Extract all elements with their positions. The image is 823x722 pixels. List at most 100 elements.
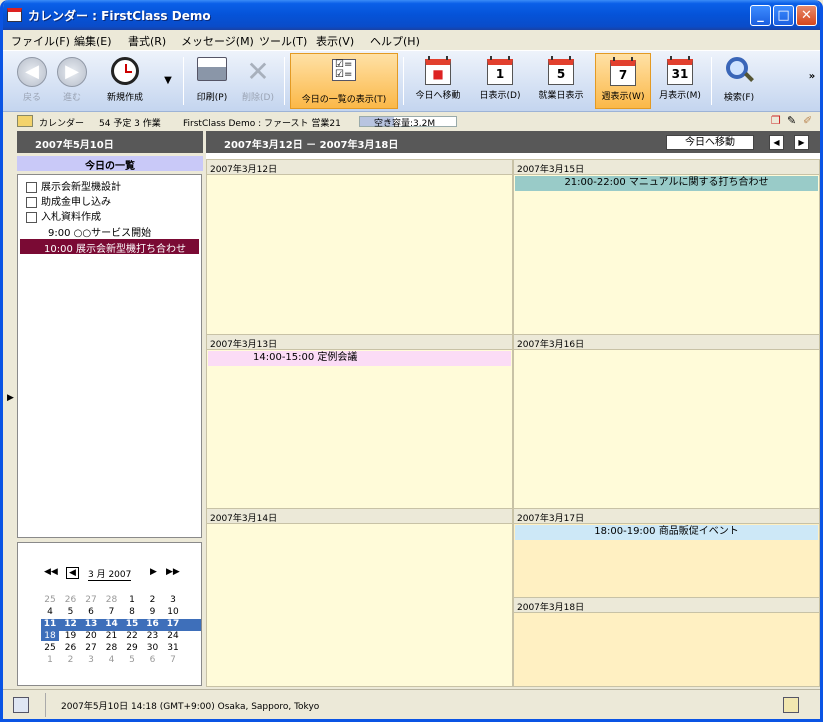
menu-help[interactable]: ヘルプ(H) bbox=[370, 33, 420, 49]
current-date-header: 2007年5月10日 bbox=[17, 131, 203, 153]
mini-calendar-day[interactable]: 12 bbox=[62, 619, 80, 629]
day-cell-12[interactable]: 2007年3月12日 bbox=[206, 159, 513, 336]
mini-calendar-day[interactable]: 7 bbox=[103, 607, 121, 617]
mini-calendar-day[interactable]: 21 bbox=[103, 631, 121, 641]
menu-format[interactable]: 書式(R) bbox=[128, 33, 166, 49]
day-cell-17[interactable]: 2007年3月17日 18:00-19:00 商品販促イベント bbox=[513, 508, 820, 598]
mini-calendar-day[interactable]: 27 bbox=[82, 595, 100, 605]
toolbar-overflow-button[interactable]: » bbox=[807, 53, 817, 109]
task-item[interactable]: 入札資料作成 bbox=[26, 208, 101, 223]
menu-edit[interactable]: 編集(E) bbox=[74, 33, 112, 49]
mini-calendar-day[interactable]: 25 bbox=[41, 595, 59, 605]
day-cell-13[interactable]: 2007年3月13日 14:00-15:00 定例会議 bbox=[206, 334, 513, 509]
mini-calendar-day[interactable]: 28 bbox=[103, 595, 121, 605]
task-item[interactable]: 展示会新型機設計 bbox=[26, 178, 121, 193]
task-item[interactable]: 助成金申し込み bbox=[26, 193, 111, 208]
mini-calendar-day[interactable]: 3 bbox=[164, 595, 182, 605]
mini-calendar-day[interactable]: 8 bbox=[123, 607, 141, 617]
mini-calendar-day[interactable]: 2 bbox=[144, 595, 162, 605]
mini-calendar-day[interactable]: 4 bbox=[103, 655, 121, 665]
mini-calendar-day[interactable]: 25 bbox=[41, 643, 59, 653]
pencil-icon[interactable]: ✎ bbox=[787, 114, 796, 127]
copy-icon[interactable]: ❐ bbox=[771, 114, 781, 127]
mini-calendar-day[interactable]: 2 bbox=[62, 655, 80, 665]
brush-icon[interactable]: ✐ bbox=[803, 114, 812, 127]
mini-calendar-day[interactable]: 26 bbox=[62, 595, 80, 605]
mini-calendar-day[interactable]: 13 bbox=[82, 619, 100, 629]
mini-calendar-day[interactable]: 3 bbox=[82, 655, 100, 665]
calendar-event[interactable]: 18:00-19:00 商品販促イベント bbox=[515, 525, 818, 540]
task-checkbox[interactable] bbox=[26, 196, 37, 208]
day-cell-18[interactable]: 2007年3月18日 bbox=[513, 597, 820, 687]
day-cell-15[interactable]: 2007年3月15日 21:00-22:00 マニュアルに関する打ち合わせ bbox=[513, 159, 820, 336]
mini-calendar-day[interactable]: 4 bbox=[41, 607, 59, 617]
mini-calendar-day[interactable]: 19 bbox=[62, 631, 80, 641]
mini-calendar-day[interactable]: 22 bbox=[123, 631, 141, 641]
mini-calendar-day[interactable]: 15 bbox=[123, 619, 141, 629]
forward-button[interactable]: ▶ 進む bbox=[53, 53, 91, 109]
mini-calendar-day[interactable]: 1 bbox=[123, 595, 141, 605]
next-week-button[interactable]: ▶ bbox=[794, 135, 809, 150]
close-button[interactable]: ✕ bbox=[796, 5, 817, 26]
prev-year-icon[interactable]: ◀◀ bbox=[44, 567, 58, 577]
day-view-button[interactable]: 1 日表示(D) bbox=[473, 53, 527, 109]
mini-calendar-day[interactable]: 26 bbox=[62, 643, 80, 653]
workweek-view-button[interactable]: 5 就業日表示 bbox=[531, 53, 591, 109]
title-bar[interactable]: カレンダー : FirstClass Demo _ □ ✕ bbox=[3, 0, 820, 30]
mini-calendar-day[interactable]: 20 bbox=[82, 631, 100, 641]
mini-calendar-day[interactable]: 11 bbox=[41, 619, 59, 629]
task-checkbox[interactable] bbox=[26, 211, 37, 223]
week-view-button[interactable]: 7 週表示(W) bbox=[595, 53, 651, 109]
print-button[interactable]: 印刷(P) bbox=[191, 53, 233, 109]
menu-message[interactable]: メッセージ(M) bbox=[181, 33, 254, 49]
mini-calendar-day[interactable]: 7 bbox=[164, 655, 182, 665]
month-view-button[interactable]: 31 月表示(M) bbox=[654, 53, 706, 109]
today-event-item[interactable]: 9:00 ○○サービス開始 bbox=[48, 224, 151, 239]
mini-calendar-day[interactable]: 10 bbox=[164, 607, 182, 617]
panel-toggle-icon[interactable] bbox=[13, 697, 29, 713]
delete-button[interactable]: ✕ 削除(D) bbox=[237, 53, 279, 109]
new-dropdown-button[interactable]: ▼ bbox=[160, 53, 176, 109]
back-button[interactable]: ◀ 戻る bbox=[13, 53, 51, 109]
new-button[interactable]: 新規作成 bbox=[97, 53, 153, 109]
maximize-button[interactable]: □ bbox=[773, 5, 794, 26]
mini-calendar-day[interactable]: 5 bbox=[123, 655, 141, 665]
mini-calendar-day[interactable]: 23 bbox=[144, 631, 162, 641]
menu-tools[interactable]: ツール(T) bbox=[259, 33, 307, 49]
mini-calendar-day[interactable]: 31 bbox=[164, 643, 182, 653]
mini-calendar-day[interactable]: 6 bbox=[144, 655, 162, 665]
menu-view[interactable]: 表示(V) bbox=[316, 33, 354, 49]
calendar-event[interactable]: 14:00-15:00 定例会議 bbox=[208, 351, 511, 366]
mini-calendar-day[interactable]: 27 bbox=[82, 643, 100, 653]
mini-calendar-day[interactable]: 17 bbox=[164, 619, 182, 629]
mini-calendar-day[interactable]: 18 bbox=[41, 631, 59, 641]
menu-file[interactable]: ファイル(F) bbox=[11, 33, 70, 49]
mini-calendar-day[interactable]: 28 bbox=[103, 643, 121, 653]
day-cell-16[interactable]: 2007年3月16日 bbox=[513, 334, 820, 509]
mini-calendar-day[interactable]: 5 bbox=[62, 607, 80, 617]
list-view-icon[interactable] bbox=[783, 697, 799, 713]
minimize-button[interactable]: _ bbox=[750, 5, 771, 26]
mini-calendar-day[interactable]: 16 bbox=[144, 619, 162, 629]
mini-calendar-day[interactable]: 6 bbox=[82, 607, 100, 617]
today-list-button[interactable]: ☑= ☑= 今日の一覧の表示(T) bbox=[290, 53, 398, 109]
today-event-selected[interactable]: 10:00 展示会新型機打ち合わせ bbox=[20, 239, 199, 255]
mini-calendar-day[interactable]: 30 bbox=[144, 643, 162, 653]
day-cell-14[interactable]: 2007年3月14日 bbox=[206, 508, 513, 687]
mini-month-label[interactable]: 3 月 2007 bbox=[88, 567, 132, 581]
mini-calendar-day[interactable]: 14 bbox=[103, 619, 121, 629]
goto-today-tool-button[interactable]: ■ 今日へ移動 bbox=[409, 53, 467, 109]
search-button[interactable]: 検索(F) bbox=[717, 53, 761, 109]
calendar-event[interactable]: 21:00-22:00 マニュアルに関する打ち合わせ bbox=[515, 176, 818, 191]
prev-month-icon[interactable]: ◀ bbox=[66, 567, 79, 579]
goto-today-button[interactable]: 今日へ移動 bbox=[666, 135, 754, 150]
prev-week-button[interactable]: ◀ bbox=[769, 135, 784, 150]
mini-calendar-day[interactable]: 29 bbox=[123, 643, 141, 653]
task-checkbox[interactable] bbox=[26, 181, 37, 193]
mini-calendar-day[interactable]: 9 bbox=[144, 607, 162, 617]
panel-toggle-icon[interactable]: ▶ bbox=[7, 393, 14, 403]
mini-calendar-day[interactable]: 1 bbox=[41, 655, 59, 665]
next-year-icon[interactable]: ▶▶ bbox=[166, 567, 180, 577]
mini-calendar-day[interactable]: 24 bbox=[164, 631, 182, 641]
next-month-icon[interactable]: ▶ bbox=[150, 567, 157, 577]
